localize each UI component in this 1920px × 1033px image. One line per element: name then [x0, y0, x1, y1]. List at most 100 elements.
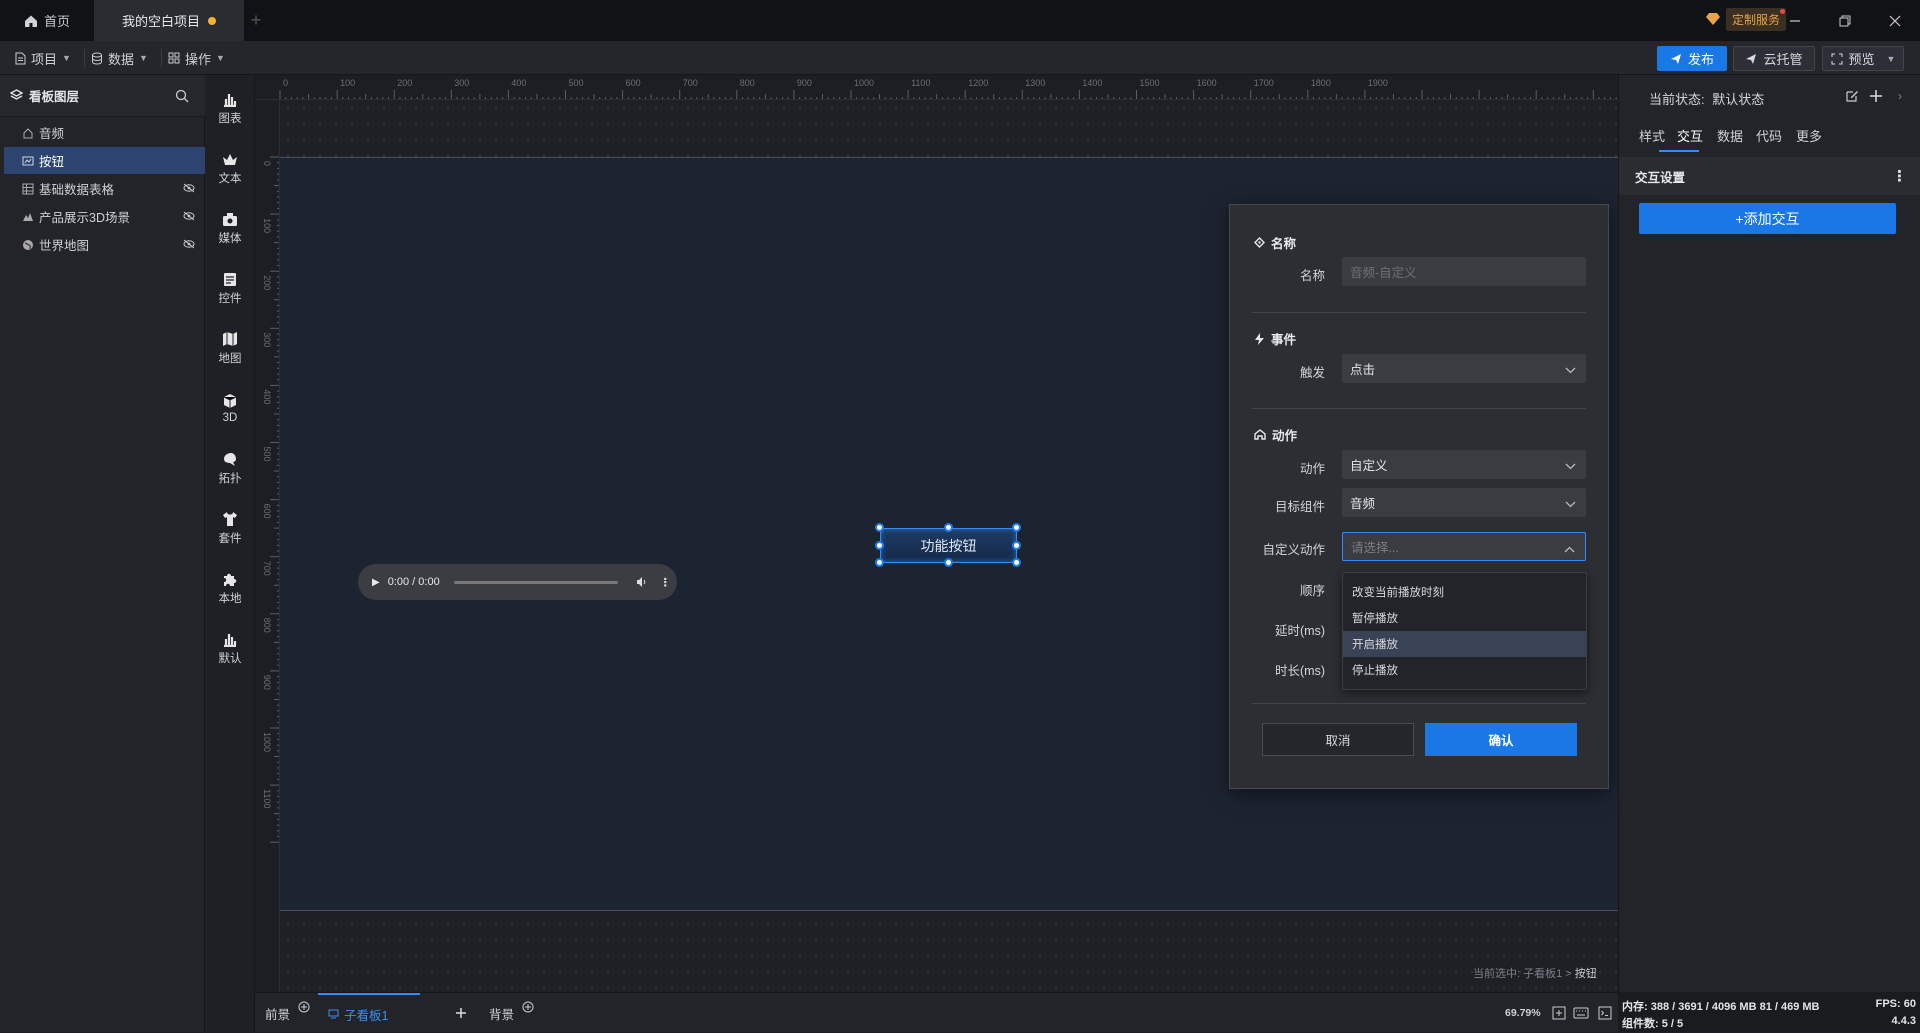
component-chart[interactable]: 图表 [205, 80, 255, 136]
tab-interaction[interactable]: 交互 [1677, 126, 1703, 145]
resize-handle[interactable] [875, 523, 884, 532]
menu-data[interactable]: 数据 ▼ [91, 41, 162, 75]
name-input[interactable]: 音频-自定义 [1342, 257, 1586, 286]
layer-item-3d-scene[interactable]: 产品展示3D场景 [4, 203, 205, 230]
component-topology[interactable]: 拓扑 [205, 440, 255, 496]
zoom-level[interactable]: 69.79% [1505, 1007, 1541, 1019]
component-label: 文本 [218, 172, 242, 185]
component-count-label: 组件数: [1622, 1018, 1659, 1030]
row-target: 目标组件 [1230, 496, 1325, 515]
component-suite[interactable]: 套件 [205, 500, 255, 556]
confirm-button[interactable]: 确认 [1425, 723, 1577, 756]
component-3d[interactable]: 3D [205, 380, 255, 436]
component-label: 媒体 [218, 232, 242, 245]
restore-button[interactable] [1822, 0, 1868, 41]
audio-player[interactable]: ▶ 0:00 / 0:00 ⋮ [358, 564, 677, 600]
tab-background-label: 背景 [489, 1007, 515, 1022]
tab-code[interactable]: 代码 [1756, 126, 1782, 145]
resize-handle[interactable] [875, 541, 884, 550]
state-value[interactable]: 默认状态 [1712, 92, 1764, 107]
chevron-right-icon[interactable]: › [1898, 89, 1902, 103]
tab-data[interactable]: 数据 [1717, 126, 1743, 145]
visibility-off-icon[interactable] [183, 183, 195, 193]
menu-project[interactable]: 项目 ▼ [14, 41, 85, 75]
selection-path-item[interactable]: 按钮 [1575, 968, 1597, 980]
resize-handle[interactable] [1012, 523, 1021, 532]
tab-project[interactable]: 我的空白项目 [94, 0, 244, 41]
add-icon[interactable] [1869, 89, 1883, 103]
resize-handle[interactable] [944, 558, 953, 567]
add-subboard-button[interactable] [455, 993, 467, 1033]
layer-item-table[interactable]: 基础数据表格 [4, 175, 205, 202]
audio-progress-track[interactable] [453, 580, 618, 584]
layer-item-world-map[interactable]: 世界地图 [4, 231, 205, 258]
cancel-button[interactable]: 取消 [1262, 723, 1414, 756]
visibility-off-icon[interactable] [183, 211, 195, 221]
add-circle-icon[interactable] [298, 1001, 310, 1013]
component-local[interactable]: 本地 [205, 560, 255, 616]
component-default[interactable]: 默认 [205, 620, 255, 676]
dropdown-option[interactable]: 暂停播放 [1343, 605, 1586, 631]
dropdown-option[interactable]: 停止播放 [1343, 657, 1586, 683]
component-control[interactable]: 控件 [205, 260, 255, 316]
publish-button[interactable]: 发布 [1657, 46, 1727, 71]
play-icon[interactable]: ▶ [372, 577, 380, 588]
trigger-select[interactable]: 点击 [1342, 354, 1586, 383]
keyboard-icon[interactable] [1573, 1007, 1589, 1019]
close-window-button[interactable] [1872, 0, 1918, 41]
layer-item-button[interactable]: 按钮 [4, 147, 205, 174]
preview-button[interactable]: 预览 ▼ [1822, 46, 1904, 71]
terminal-icon[interactable] [1598, 1006, 1612, 1020]
cloud-hosting-button[interactable]: 云托管 [1733, 46, 1815, 71]
target-select[interactable]: 音频 [1342, 488, 1586, 517]
target-label: 目标组件 [1274, 500, 1325, 514]
component-media[interactable]: 媒体 [205, 200, 255, 256]
resize-handle[interactable] [944, 523, 953, 532]
dropdown-option[interactable]: 改变当前播放时刻 [1343, 579, 1586, 605]
tab-subboard[interactable]: 子看板1 [318, 993, 420, 1033]
ruler-tick-label: 1500 [1140, 78, 1160, 88]
add-interaction-button[interactable]: +添加交互 [1639, 203, 1896, 234]
component-label: 控件 [218, 292, 242, 305]
bar-chart-icon [222, 631, 238, 647]
database-icon [91, 52, 103, 65]
layer-item-audio[interactable]: 音频 [4, 119, 205, 146]
resize-handle[interactable] [1012, 558, 1021, 567]
ruler-tick-label: 600 [626, 78, 641, 88]
resize-handle[interactable] [875, 558, 884, 567]
component-text[interactable]: 文本 [205, 140, 255, 196]
resize-handle[interactable] [1012, 541, 1021, 550]
action-select[interactable]: 自定义 [1342, 450, 1586, 479]
tab-more[interactable]: 更多 [1796, 126, 1822, 145]
row-trigger: 触发 [1230, 362, 1325, 381]
component-map[interactable]: 地图 [205, 320, 255, 376]
fit-screen-icon[interactable] [1552, 1006, 1566, 1020]
lightning-icon [1254, 332, 1265, 345]
custom-action-select[interactable]: 请选择... [1342, 532, 1586, 561]
row-delay: 延时(ms) [1230, 620, 1325, 639]
dropdown-option-highlighted[interactable]: 开启播放 [1343, 631, 1586, 657]
more-vertical-icon[interactable]: ⋮ [660, 576, 671, 589]
more-vertical-icon[interactable]: ⋮ [1892, 167, 1907, 185]
memory-value: 388 / 3691 / 4096 MB 81 / 469 MB [1650, 1001, 1820, 1013]
publish-label: 发布 [1687, 52, 1714, 67]
edit-icon[interactable] [1845, 89, 1859, 103]
tab-home[interactable]: 首页 [0, 0, 94, 41]
tab-style[interactable]: 样式 [1639, 126, 1665, 145]
volume-icon[interactable] [636, 576, 648, 588]
chevron-down-icon [1565, 459, 1576, 473]
row-custom-action: 自定义动作 [1230, 539, 1325, 558]
tab-foreground[interactable]: 前景 [265, 993, 310, 1033]
menu-operation[interactable]: 操作 ▼ [168, 41, 225, 75]
minimize-button[interactable] [1772, 0, 1818, 41]
ruler-tick-label: 200 [262, 275, 272, 290]
camera-icon [222, 211, 238, 227]
add-circle-icon[interactable] [522, 1001, 534, 1013]
add-tab-button[interactable]: + [244, 0, 268, 41]
search-icon[interactable] [175, 89, 189, 103]
visibility-off-icon[interactable] [183, 239, 195, 249]
tab-background[interactable]: 背景 [489, 993, 534, 1033]
section-event-title: 事件 [1271, 333, 1297, 347]
ruler-tick-label: 1300 [1025, 78, 1045, 88]
ruler-tick-label: 900 [262, 675, 272, 690]
